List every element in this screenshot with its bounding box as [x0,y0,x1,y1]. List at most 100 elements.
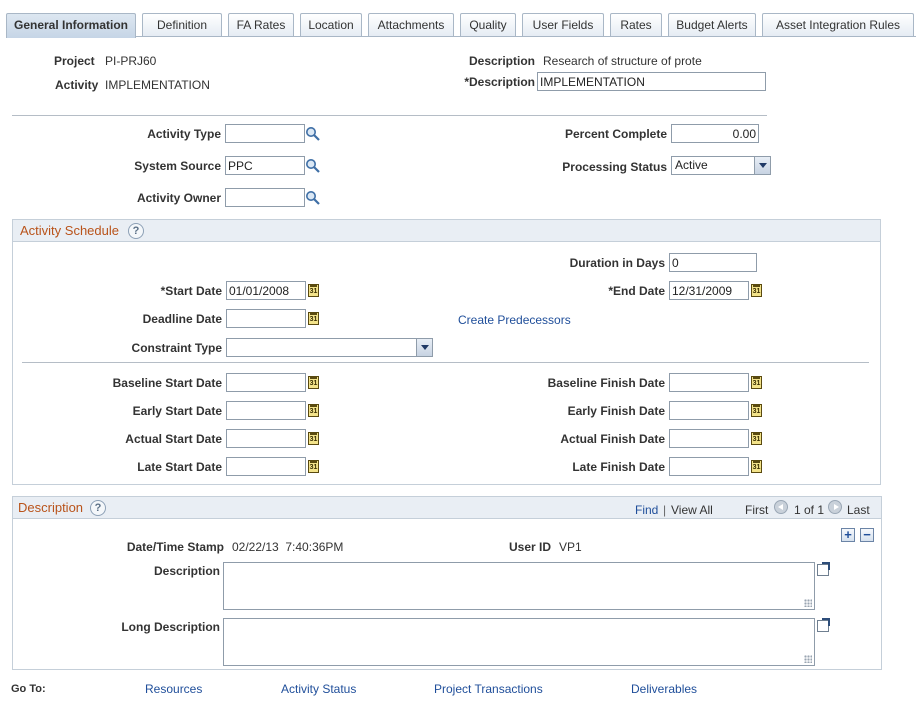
activity-owner-label: Activity Owner [136,191,221,205]
project-value: PI-PRJ60 [105,54,157,68]
calendar-icon[interactable]: 31 [308,404,319,417]
chevron-down-icon[interactable] [754,157,770,174]
actual-start-label: Actual Start Date [125,432,222,446]
previous-arrow-icon[interactable] [774,500,788,514]
goto-deliverables-link[interactable]: Deliverables [631,682,697,696]
goto-project-transactions-link[interactable]: Project Transactions [434,682,543,696]
tab-budget-alerts[interactable]: Budget Alerts [668,13,756,37]
early-finish-input[interactable] [669,401,749,420]
page-info: 1 of 1 [794,503,825,517]
resize-grip-icon[interactable] [804,655,812,663]
tab-quality[interactable]: Quality [460,13,516,37]
datetime-stamp-label: Date/Time Stamp [126,540,224,554]
activity-value: IMPLEMENTATION [105,78,210,92]
user-id-label: User ID [509,540,552,554]
help-icon[interactable]: ? [128,223,144,239]
user-id-value: VP1 [559,540,582,554]
early-start-input[interactable] [226,401,306,420]
activity-schedule-header: Activity Schedule ? [13,220,880,242]
tab-rates[interactable]: Rates [610,13,662,37]
actual-finish-input[interactable] [669,429,749,448]
chevron-down-icon[interactable] [416,339,432,356]
processing-status-select[interactable]: Active [671,156,771,175]
schedule-divider [22,362,869,363]
start-date-label: *Start Date [160,284,222,298]
calendar-icon[interactable]: 31 [751,432,762,445]
view-all-link[interactable]: View All [671,503,713,517]
description-label: Description [468,54,535,68]
duration-label: Duration in Days [569,256,665,270]
end-date-label: *End Date [608,284,665,298]
remove-row-button[interactable]: − [860,528,874,542]
tab-fa-rates[interactable]: FA Rates [228,13,294,37]
actual-start-input[interactable] [226,429,306,448]
goto-activity-status-link[interactable]: Activity Status [281,682,356,696]
expand-icon[interactable] [817,562,830,576]
deadline-date-input[interactable] [226,309,306,328]
late-finish-label: Late Finish Date [572,460,665,474]
create-predecessors-link[interactable]: Create Predecessors [458,313,571,327]
tab-underline [6,36,916,37]
end-date-input[interactable] [669,281,749,300]
last-label[interactable]: Last [847,503,870,517]
activity-type-input[interactable] [225,124,305,143]
percent-complete-input[interactable] [671,124,759,143]
tab-user-fields[interactable]: User Fields [522,13,604,37]
description-value: Research of structure of prote [543,54,702,68]
find-link[interactable]: Find [635,503,658,517]
lookup-icon[interactable] [305,190,321,206]
tab-attachments[interactable]: Attachments [368,13,454,37]
add-row-button[interactable]: + [841,528,855,542]
resize-grip-icon[interactable] [804,599,812,607]
calendar-icon[interactable]: 31 [751,404,762,417]
calendar-icon[interactable]: 31 [308,376,319,389]
tab-location[interactable]: Location [300,13,362,37]
early-start-label: Early Start Date [132,404,222,418]
calendar-icon[interactable]: 31 [308,284,319,297]
late-start-input[interactable] [226,457,306,476]
project-label: Project [54,54,95,68]
percent-complete-label: Percent Complete [564,127,667,141]
baseline-finish-label: Baseline Finish Date [547,376,665,390]
activity-label: Activity [55,78,99,92]
baseline-start-input[interactable] [226,373,306,392]
nav-separator: | [663,503,667,517]
activity-owner-input[interactable] [225,188,305,207]
deadline-date-label: Deadline Date [142,312,222,326]
datetime-stamp-value: 02/22/13 7:40:36PM [232,540,344,554]
processing-status-label: Processing Status [562,160,667,174]
late-finish-input[interactable] [669,457,749,476]
activity-schedule-title: Activity Schedule [20,223,119,238]
calendar-icon[interactable]: 31 [751,460,762,473]
tab-definition[interactable]: Definition [142,13,222,37]
actual-finish-label: Actual Finish Date [560,432,665,446]
long-description-textarea[interactable] [223,618,815,666]
calendar-icon[interactable]: 31 [308,312,319,325]
calendar-icon[interactable]: 31 [751,376,762,389]
calendar-icon[interactable]: 31 [308,432,319,445]
description-textarea[interactable] [223,562,815,610]
help-icon[interactable]: ? [90,500,106,516]
description-input[interactable] [537,72,766,91]
tab-asset-integration-rules[interactable]: Asset Integration Rules [762,13,914,37]
calendar-icon[interactable]: 31 [308,460,319,473]
next-arrow-icon[interactable] [828,500,842,514]
baseline-finish-input[interactable] [669,373,749,392]
long-description-label: Long Description [121,620,220,634]
calendar-icon[interactable]: 31 [751,284,762,297]
goto-label: Go To: [11,683,46,695]
goto-resources-link[interactable]: Resources [145,682,202,696]
description-group-title: Description [18,500,84,515]
tab-general-information[interactable]: General Information [6,13,136,38]
lookup-icon[interactable] [305,158,321,174]
constraint-type-select[interactable] [226,338,433,357]
expand-icon[interactable] [817,618,830,632]
system-source-label: System Source [134,159,221,173]
first-label[interactable]: First [745,503,768,517]
header-divider [12,115,767,116]
lookup-icon[interactable] [305,126,321,142]
system-source-input[interactable] [225,156,305,175]
duration-input[interactable] [669,253,757,272]
early-finish-label: Early Finish Date [567,404,665,418]
start-date-input[interactable] [226,281,306,300]
